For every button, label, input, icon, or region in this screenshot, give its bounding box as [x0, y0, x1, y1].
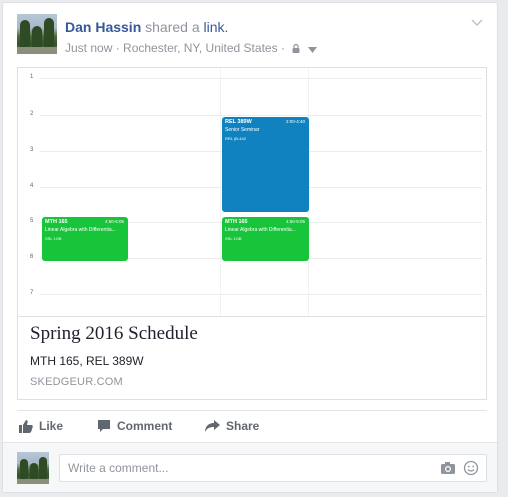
post-header: Dan Hassin shared a link. Just now · Roc…: [17, 14, 487, 58]
hour-label: 5: [30, 218, 34, 224]
comment-composer: [3, 442, 497, 492]
camera-icon[interactable]: [440, 460, 456, 481]
comment-input-box[interactable]: [59, 454, 487, 482]
timestamp[interactable]: Just now: [65, 41, 112, 55]
share-label: Share: [226, 419, 260, 433]
comment-input[interactable]: [66, 460, 430, 476]
hour-label: 7: [30, 290, 34, 296]
event-title: Linear Algebra with Differentia...: [45, 227, 116, 233]
thumbs-up-icon: [19, 420, 33, 433]
event-title: Linear Algebra with Differentia...: [225, 227, 296, 233]
event-room: RRL (B-442: [225, 136, 246, 141]
event-time: 4:50-6:05: [285, 219, 305, 224]
link-word[interactable]: link.: [204, 19, 229, 35]
user-avatar[interactable]: [17, 452, 49, 484]
lock-icon[interactable]: [292, 41, 300, 57]
schedule-calendar-image[interactable]: 1 2 3 4 5 6 7 REL 389W 2:00-4:40 Senior …: [18, 68, 486, 316]
link-attachment[interactable]: 1 2 3 4 5 6 7 REL 389W 2:00-4:40 Senior …: [17, 67, 487, 400]
event-room: SSL 1OB: [45, 236, 62, 241]
link-caption[interactable]: Spring 2016 Schedule MTH 165, REL 389W S…: [18, 316, 486, 400]
hour-label: 1: [30, 74, 34, 80]
hour-label: 6: [30, 254, 34, 260]
smiley-icon[interactable]: [463, 460, 479, 481]
hour-label: 3: [30, 147, 34, 153]
share-arrow-icon: [205, 420, 220, 432]
event-room: SSL 1OB: [225, 236, 242, 241]
link-domain: SKEDGEUR.COM: [30, 376, 123, 388]
like-button[interactable]: Like: [19, 419, 63, 433]
author-avatar[interactable]: [17, 14, 57, 54]
location[interactable]: Rochester, NY, United States: [123, 41, 278, 55]
calendar-event: REL 389W 2:00-4:40 Senior Seminar RRL (B…: [222, 117, 309, 212]
caret-down-icon[interactable]: [307, 41, 317, 57]
calendar-event: MTH 165 4:50-6:05 Linear Algebra with Di…: [222, 217, 309, 261]
author-name[interactable]: Dan Hassin: [65, 19, 141, 35]
post-action: shared a: [145, 19, 200, 35]
like-label: Like: [39, 419, 64, 433]
comment-label: Comment: [117, 419, 173, 433]
post-title-line: Dan Hassin shared a link.: [65, 18, 228, 36]
chevron-down-icon[interactable]: [471, 16, 483, 30]
post-card: Dan Hassin shared a link. Just now · Roc…: [2, 2, 498, 493]
event-time: 2:00-4:40: [285, 119, 305, 124]
comment-button[interactable]: Comment: [97, 419, 172, 433]
meta-separator-2: ·: [280, 41, 285, 55]
post-actions: Like Comment Share: [17, 410, 487, 441]
link-description: MTH 165, REL 389W: [30, 354, 144, 368]
event-time: 4:50-6:05: [104, 219, 124, 224]
post-meta: Just now · Rochester, NY, United States …: [65, 40, 317, 57]
calendar-event: MTH 165 4:50-6:05 Linear Algebra with Di…: [42, 217, 128, 261]
speech-bubble-icon: [98, 420, 110, 432]
hour-label: 2: [30, 111, 34, 117]
link-title[interactable]: Spring 2016 Schedule: [30, 323, 198, 345]
share-button[interactable]: Share: [205, 419, 259, 433]
meta-separator: ·: [115, 41, 120, 55]
event-title: Senior Seminar: [225, 127, 260, 133]
hour-label: 4: [30, 183, 34, 189]
